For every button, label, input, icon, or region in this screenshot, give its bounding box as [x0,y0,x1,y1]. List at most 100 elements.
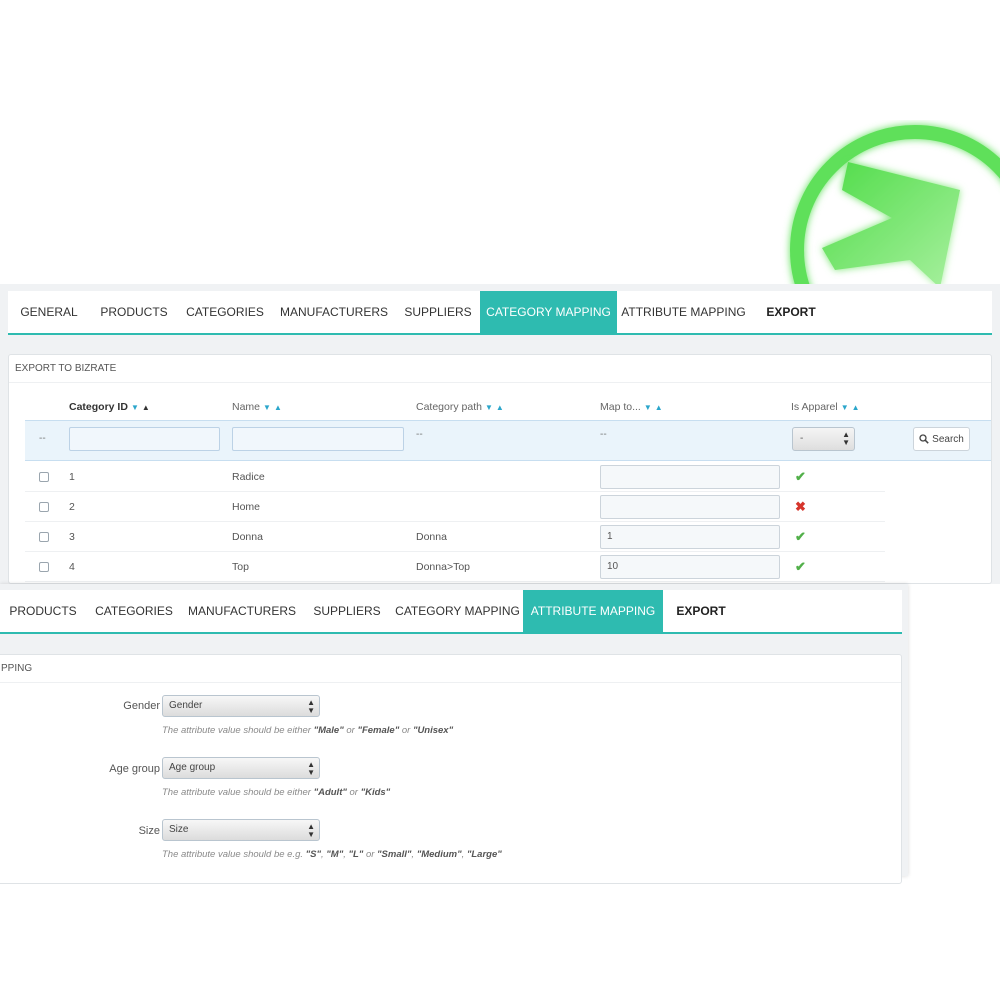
tab-manufacturers[interactable]: Manufacturers [272,291,396,333]
help-value: "S" [305,849,322,860]
tab-bar: Products Categories Manufacturers Suppli… [0,590,902,634]
table-row: 1 Radice ✔ [25,462,885,492]
help-value: "Female" [357,725,400,736]
cell-name: Home [232,501,261,513]
select-value: Gender [169,700,203,711]
tab-general[interactable]: General [8,291,90,333]
help-value: "Unisex" [412,725,454,736]
tab-suppliers[interactable]: Suppliers [396,291,480,333]
row-checkbox[interactable] [39,532,49,542]
col-is-apparel[interactable]: Is Apparel ▼ ▲ [791,401,860,413]
select-arrows-icon: ▲ ▼ [307,698,315,715]
section-title: PPING [1,663,33,674]
tab-manufacturers[interactable]: Manufacturers [182,590,302,632]
sort-down-icon[interactable]: ▼ [263,403,271,412]
help-value: "Kids" [360,787,391,798]
filter-name-input[interactable] [232,427,404,451]
tab-category-mapping[interactable]: Category Mapping [480,291,617,333]
size-select[interactable]: Size ▲ ▼ [162,819,320,841]
divider [0,682,901,683]
attribute-mapping-section: PPING Gender Gender ▲ ▼ The attribute val… [0,654,902,884]
tab-bar: General Products Categories Manufacturer… [8,291,992,335]
filter-path-dash: -- [416,429,423,440]
map-to-input[interactable]: 1 [600,525,780,549]
map-to-input[interactable] [600,495,780,519]
age-group-label: Age group [109,763,160,775]
cell-id: 1 [69,471,75,483]
attribute-mapping-panel: Products Categories Manufacturers Suppli… [0,584,908,884]
tab-products[interactable]: Products [0,590,86,632]
col-map-to[interactable]: Map to... ▼ ▲ [600,401,663,413]
help-value: "Large" [466,849,502,860]
help-value: "Adult" [313,787,347,798]
help-value: "Small" [377,849,412,860]
tab-suppliers[interactable]: Suppliers [302,590,392,632]
age-group-select[interactable]: Age group ▲ ▼ [162,757,320,779]
help-text: The attribute value should be e.g. [162,849,306,860]
cell-path: Donna [416,531,447,543]
row-checkbox[interactable] [39,562,49,572]
select-value: - [800,433,804,444]
help-value: "Medium" [416,849,462,860]
tab-products[interactable]: Products [90,291,178,333]
row-checkbox[interactable] [39,472,49,482]
select-arrows-icon: ▲ ▼ [842,430,850,447]
row-checkbox[interactable] [39,502,49,512]
col-category-id[interactable]: Category ID ▼ ▲ [69,401,150,413]
table-row: 2 Home ✖ [25,492,885,522]
help-text: or [399,725,413,736]
divider [9,382,991,383]
select-value: Size [169,824,189,835]
sort-down-icon[interactable]: ▼ [644,403,652,412]
cell-name: Top [232,561,249,573]
cell-path: Donna>Top [416,561,471,573]
gender-select[interactable]: Gender ▲ ▼ [162,695,320,717]
table-row: 4 Top Donna>Top 10 ✔ [25,552,885,582]
gender-help: The attribute value should be either "Ma… [162,725,453,736]
help-value: "M" [326,849,344,860]
tab-attribute-mapping[interactable]: Attribute Mapping [523,590,663,632]
tab-category-mapping[interactable]: Category Mapping [392,590,523,632]
col-category-path[interactable]: Category path ▼ ▲ [416,401,504,413]
filter-map-dash: -- [600,429,607,440]
col-name[interactable]: Name ▼ ▲ [232,401,282,413]
help-text: or [346,787,361,798]
sort-up-icon[interactable]: ▲ [274,403,282,412]
search-label: Search [932,433,964,445]
sort-up-icon[interactable]: ▲ [852,403,860,412]
sort-up-icon[interactable]: ▲ [496,403,504,412]
sort-up-icon[interactable]: ▲ [142,403,150,412]
size-label: Size [138,825,160,837]
filter-category-id-input[interactable] [69,427,220,451]
filter-dash: -- [39,433,46,444]
col-label: Is Apparel [791,401,838,413]
cell-name: Donna [232,531,263,543]
map-to-input[interactable]: 10 [600,555,780,579]
cell-id: 2 [69,501,75,513]
sort-up-icon[interactable]: ▲ [655,403,663,412]
cell-id: 3 [69,531,75,543]
select-arrows-icon: ▲ ▼ [307,822,315,839]
cell-id: 4 [69,561,75,573]
help-text: or [363,849,378,860]
search-button[interactable]: Search [913,427,970,451]
sort-down-icon[interactable]: ▼ [131,403,139,412]
sort-down-icon[interactable]: ▼ [841,403,849,412]
sort-down-icon[interactable]: ▼ [485,403,493,412]
tab-export[interactable]: Export [663,590,739,632]
map-to-input[interactable] [600,465,780,489]
cross-icon: ✖ [795,499,806,514]
check-icon: ✔ [795,469,806,484]
check-icon: ✔ [795,559,806,574]
tab-export[interactable]: Export [750,291,832,333]
col-label: Category path [416,401,482,413]
size-help: The attribute value should be e.g. "S", … [162,849,502,860]
tab-attribute-mapping[interactable]: Attribute Mapping [617,291,750,333]
gender-label: Gender [123,700,160,712]
col-label: Category ID [69,401,128,413]
check-icon: ✔ [795,529,806,544]
filter-is-apparel-select[interactable]: - ▲ ▼ [792,427,855,451]
tab-categories[interactable]: Categories [86,590,182,632]
col-label: Map to... [600,401,641,413]
tab-categories[interactable]: Categories [178,291,272,333]
